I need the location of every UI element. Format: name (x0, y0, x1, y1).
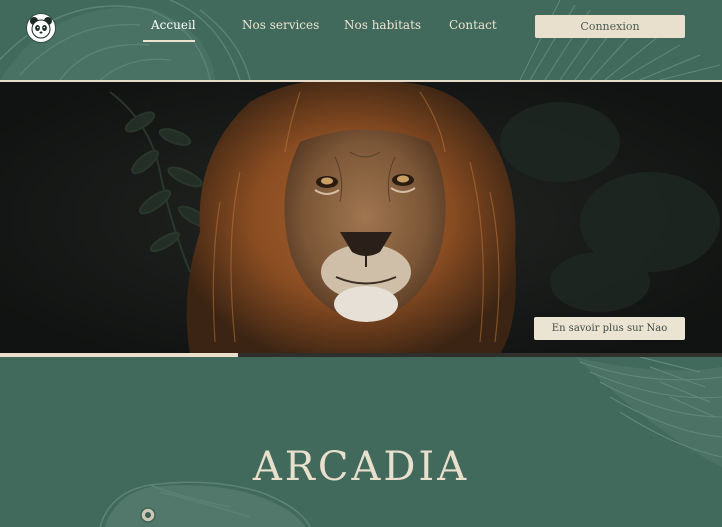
title-section: ARCADIA (0, 357, 722, 527)
hero-banner: En savoir plus sur Nao (0, 82, 722, 354)
nav-link-nos-services[interactable]: Nos services (242, 18, 319, 32)
lion-photo (0, 82, 722, 354)
nav-link-nos-habitats[interactable]: Nos habitats (344, 18, 421, 32)
leaf-and-toucan-decoration (99, 357, 722, 527)
learn-more-nao-button[interactable]: En savoir plus sur Nao (534, 317, 685, 340)
nav-link-contact[interactable]: Contact (449, 18, 497, 32)
leaf-pattern-decoration (0, 0, 721, 80)
active-nav-indicator (143, 40, 195, 42)
logo[interactable] (26, 13, 56, 43)
site-header: Accueil Nos services Nos habitats Contac… (0, 0, 722, 80)
panda-icon (30, 17, 52, 39)
login-button[interactable]: Connexion (535, 15, 685, 38)
nav-link-accueil[interactable]: Accueil (151, 18, 196, 32)
site-title: ARCADIA (252, 443, 470, 490)
